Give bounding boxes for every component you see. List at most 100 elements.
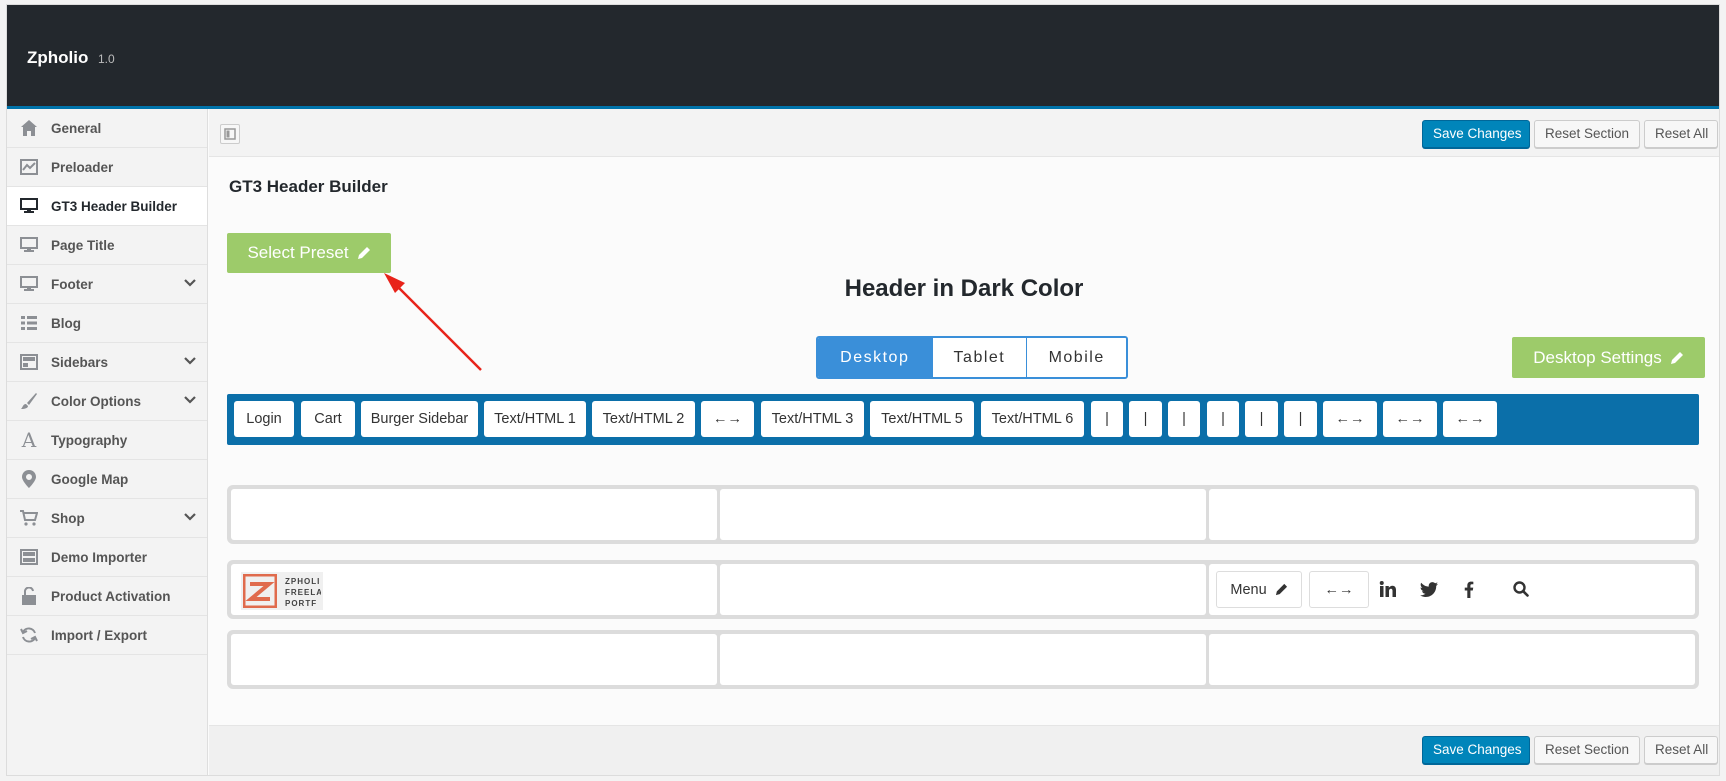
sidebar-item-product-activation[interactable]: Product Activation [7,577,207,616]
chevron-down-icon[interactable] [183,278,197,288]
header-row-middle: ZPHOLI FREELA PORTF Menu ←→ [227,560,1699,619]
section-title: GT3 Header Builder [229,177,388,196]
tab-desktop[interactable]: Desktop [818,338,932,377]
reset-section-button[interactable]: Reset Section [1534,120,1640,148]
tab-tablet[interactable]: Tablet [931,338,1027,377]
element-burger-sidebar[interactable]: Burger Sidebar [361,401,478,437]
row-cell-left[interactable] [231,634,717,685]
header-row-top [227,485,1699,544]
sidebar-item-sidebars[interactable]: Sidebars [7,343,207,382]
element-login[interactable]: Login [234,401,294,437]
device-switcher: Desktop Tablet Mobile [816,336,1128,379]
row-cell-left[interactable]: ZPHOLI FREELA PORTF [231,564,717,615]
select-preset-button[interactable]: Select Preset [227,233,391,273]
app-header: Zpholio 1.0 [7,5,1719,109]
logo-text-line: FREELA [285,588,321,597]
element-text-html-3[interactable]: Text/HTML 3 [761,401,864,437]
sidebar-item-preloader[interactable]: Preloader [7,148,207,187]
zpholio-logo-icon [243,574,277,608]
element-divider[interactable]: | [1129,401,1162,437]
row-cell-center[interactable] [720,634,1206,685]
element-text-html-2[interactable]: Text/HTML 2 [592,401,695,437]
tab-mobile[interactable]: Mobile [1026,338,1126,377]
sidebar-item-color-options[interactable]: Color Options [7,382,207,421]
logo-element[interactable]: ZPHOLI FREELA PORTF [241,572,323,610]
sidebar-item-label: Google Map [51,472,129,487]
list-icon [19,313,39,333]
app-title: Zpholio [27,48,89,67]
reset-all-button[interactable]: Reset All [1644,120,1718,148]
linkedin-icon[interactable] [1377,579,1397,599]
row-cell-right[interactable] [1209,634,1695,685]
expand-toggle-icon[interactable] [220,124,240,144]
sidebar-item-label: Typography [51,433,128,448]
sidebar-item-label: Footer [51,277,93,292]
facebook-icon[interactable] [1459,579,1479,599]
row-cell-left[interactable] [231,489,717,540]
sidebar-item-blog[interactable]: Blog [7,304,207,343]
sidebar-item-google-map[interactable]: Google Map [7,460,207,499]
pencil-icon [357,247,370,259]
element-spacer[interactable]: ←→ [1309,571,1369,608]
sidebar-item-label: Demo Importer [51,550,148,565]
app-version: 1.0 [98,52,115,66]
element-text-html-1[interactable]: Text/HTML 1 [484,401,586,437]
sidebar-item-label: GT3 Header Builder [51,199,178,214]
element-spacer[interactable]: ←→ [1323,401,1377,437]
select-preset-label: Select Preset [247,243,349,262]
row-cell-center[interactable] [720,564,1206,615]
pencil-icon[interactable] [1275,583,1288,596]
layout-icon [19,547,39,567]
options-panel: Zpholio 1.0 General Preloader GT3 Header… [6,4,1720,776]
top-toolbar: Save Changes Reset Section Reset All [209,109,1719,157]
monitor-icon [19,274,39,294]
sidebar-item-demo-importer[interactable]: Demo Importer [7,538,207,577]
element-divider[interactable]: | [1091,401,1123,437]
desktop-settings-label: Desktop Settings [1533,347,1662,367]
twitter-icon[interactable] [1419,579,1439,599]
sidebar-item-general[interactable]: General [7,109,207,148]
sidebar-item-label: General [51,121,102,136]
logo-text-line: PORTF [285,599,318,608]
sidebar-item-footer[interactable]: Footer [7,265,207,304]
element-divider[interactable]: | [1245,401,1278,437]
element-cart[interactable]: Cart [301,401,355,437]
element-spacer[interactable]: ←→ [1443,401,1497,437]
refresh-icon [19,625,39,645]
monitor-icon [19,196,39,216]
element-text-html-6[interactable]: Text/HTML 6 [981,401,1084,437]
element-divider[interactable]: | [1207,401,1239,437]
home-icon [19,118,39,138]
element-text-html-5[interactable]: Text/HTML 5 [870,401,974,437]
sidebar-item-shop[interactable]: Shop [7,499,207,538]
chevron-down-icon[interactable] [183,512,197,522]
sidebar: General Preloader GT3 Header Builder Pag… [7,109,208,775]
row-cell-right[interactable] [1209,489,1695,540]
sidebar-item-typography[interactable]: A Typography [7,421,207,460]
chevron-down-icon[interactable] [183,356,197,366]
save-button[interactable]: Save Changes [1422,736,1530,764]
save-button[interactable]: Save Changes [1422,120,1530,148]
row-cell-right[interactable]: Menu ←→ [1209,564,1695,615]
sidebar-item-label: Color Options [51,394,141,409]
search-icon[interactable] [1511,579,1531,599]
element-spacer[interactable]: ←→ [701,401,754,437]
element-divider[interactable]: | [1168,401,1200,437]
element-spacer[interactable]: ←→ [1383,401,1437,437]
row-cell-center[interactable] [720,489,1206,540]
sidebar-item-gt3-header-builder[interactable]: GT3 Header Builder [7,187,207,226]
element-menu[interactable]: Menu [1216,571,1302,608]
monitor-icon [19,235,39,255]
sidebar-item-import-export[interactable]: Import / Export [7,616,207,655]
cart-icon [19,508,39,528]
brush-icon [19,391,39,411]
desktop-settings-button[interactable]: Desktop Settings [1512,337,1705,378]
element-divider[interactable]: | [1284,401,1317,437]
reset-all-button[interactable]: Reset All [1644,736,1718,764]
sidebar-item-label: Sidebars [51,355,109,370]
sidebar-item-page-title[interactable]: Page Title [7,226,207,265]
reset-section-button[interactable]: Reset Section [1534,736,1640,764]
sidebar-item-label: Product Activation [51,589,171,604]
chart-icon [19,157,39,177]
chevron-down-icon[interactable] [183,395,197,405]
